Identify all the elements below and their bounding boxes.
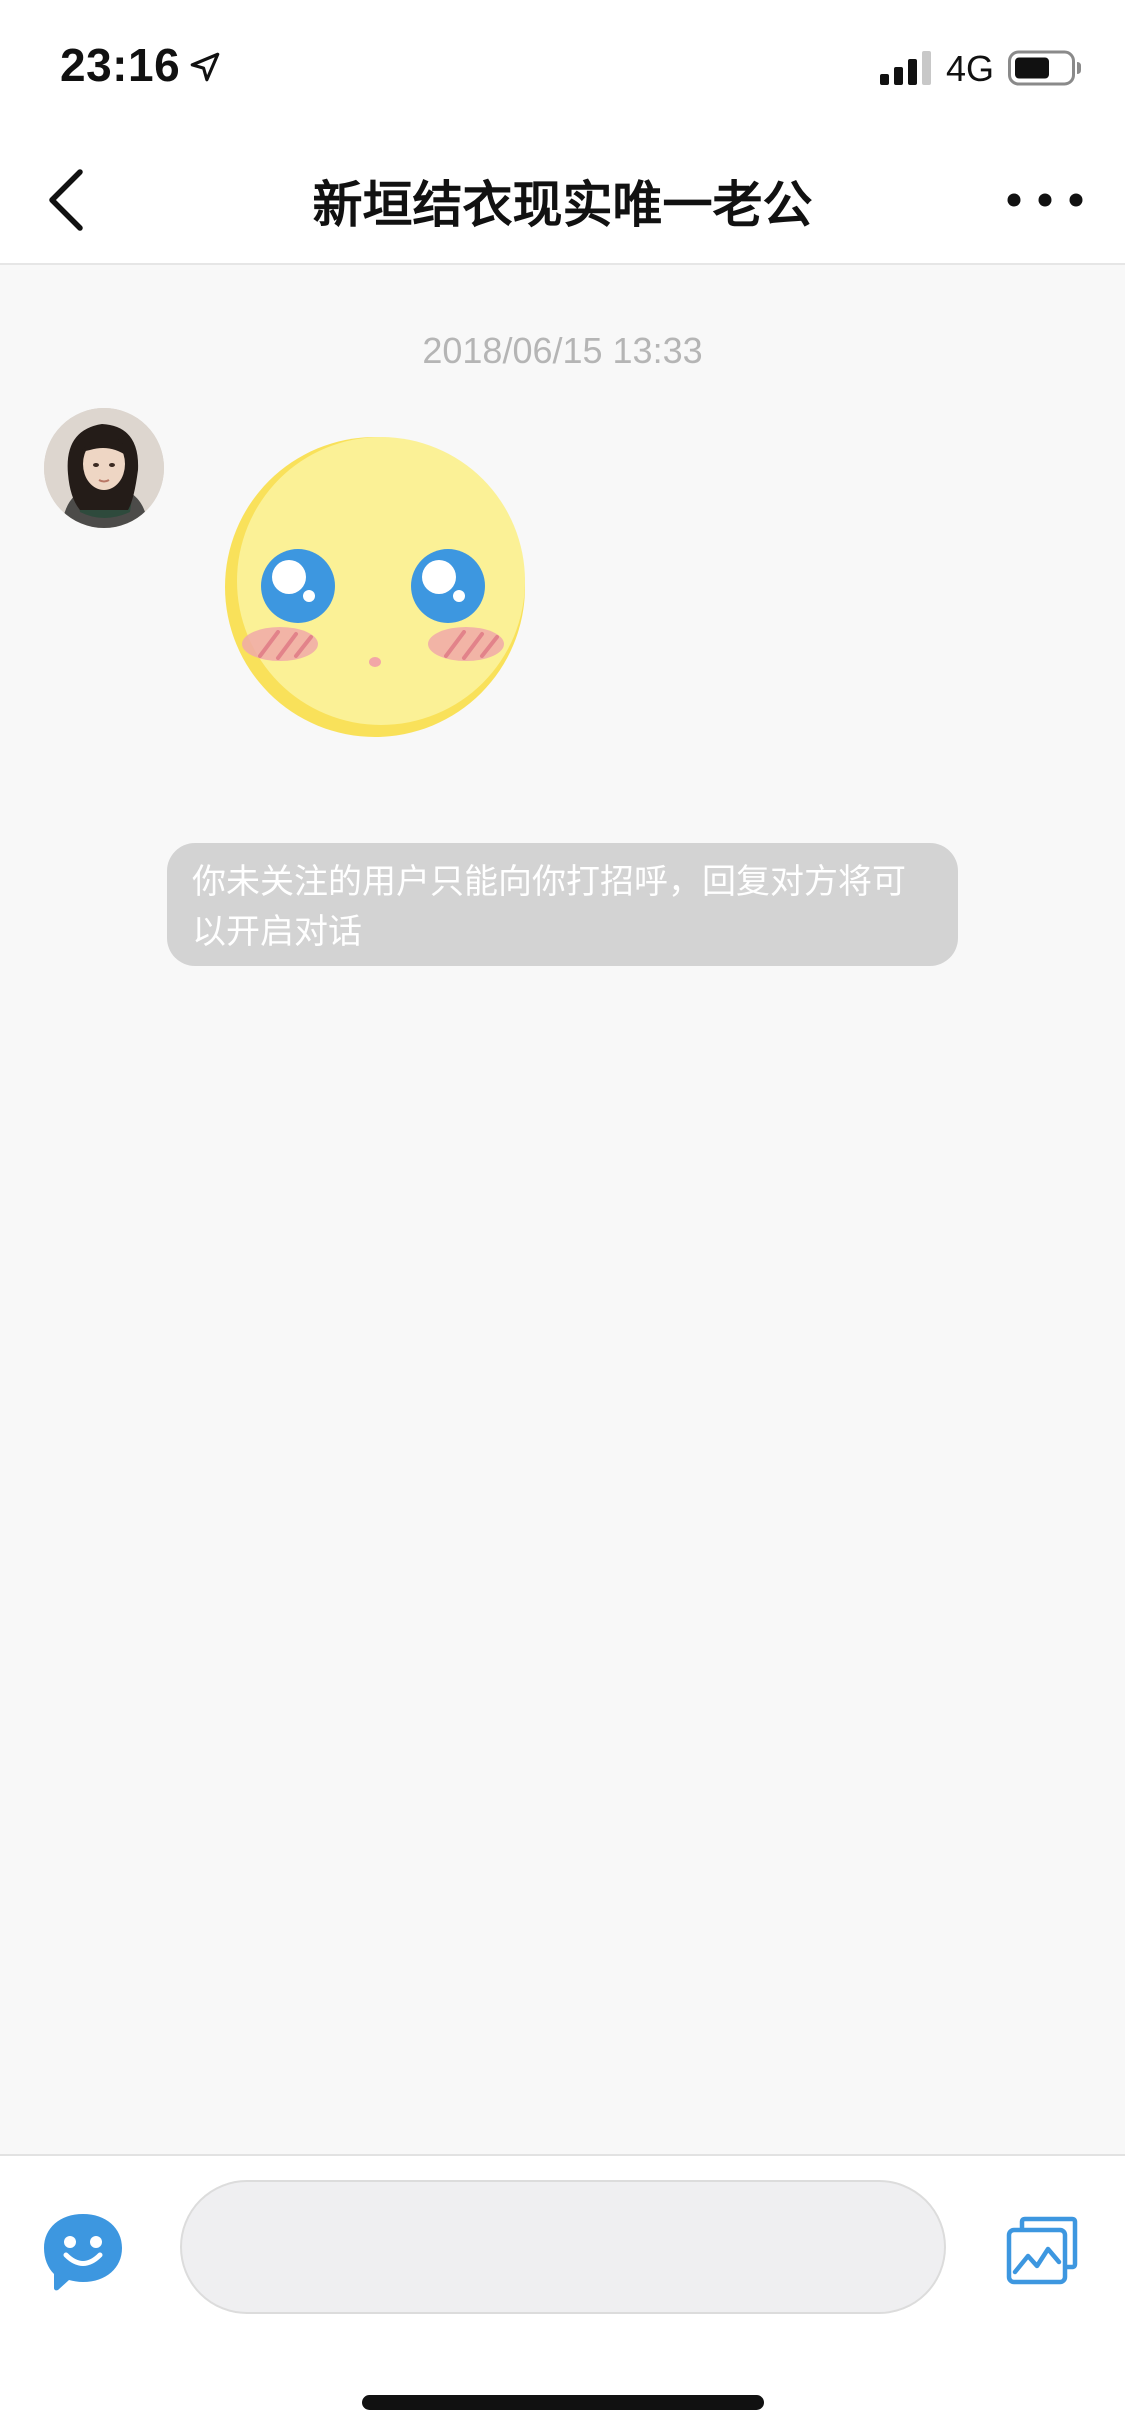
input-bar xyxy=(0,2154,1125,2436)
location-arrow-icon xyxy=(190,52,220,82)
message-input[interactable] xyxy=(180,2180,946,2314)
network-type: 4G xyxy=(946,48,995,89)
chat-title: 新垣结衣现实唯一老公 xyxy=(312,176,813,234)
message-timestamp: 2018/06/15 13:33 xyxy=(422,330,703,371)
emoji-button[interactable] xyxy=(40,2210,126,2292)
blushing-face-sticker[interactable] xyxy=(222,434,528,740)
more-button[interactable] xyxy=(995,175,1095,225)
image-gallery-icon xyxy=(1006,2216,1078,2285)
follow-restriction-notice: 你未关注的用户只能向你打招呼，回复对方将可以开启对话 xyxy=(167,843,958,966)
more-horizontal-icon xyxy=(1007,193,1083,207)
status-time: 23:16 xyxy=(60,39,181,91)
cellular-signal-icon xyxy=(880,51,931,85)
contact-avatar[interactable] xyxy=(44,408,164,528)
emoji-face-icon xyxy=(44,2214,122,2291)
status-bar: 23:16 4G xyxy=(0,0,1125,135)
nav-bar: 新垣结衣现实唯一老公 xyxy=(0,135,1125,265)
battery-icon xyxy=(1008,50,1081,86)
home-indicator xyxy=(362,2395,764,2410)
image-button[interactable] xyxy=(1006,2216,1078,2286)
chevron-left-icon xyxy=(49,169,83,231)
back-button[interactable] xyxy=(30,160,110,240)
